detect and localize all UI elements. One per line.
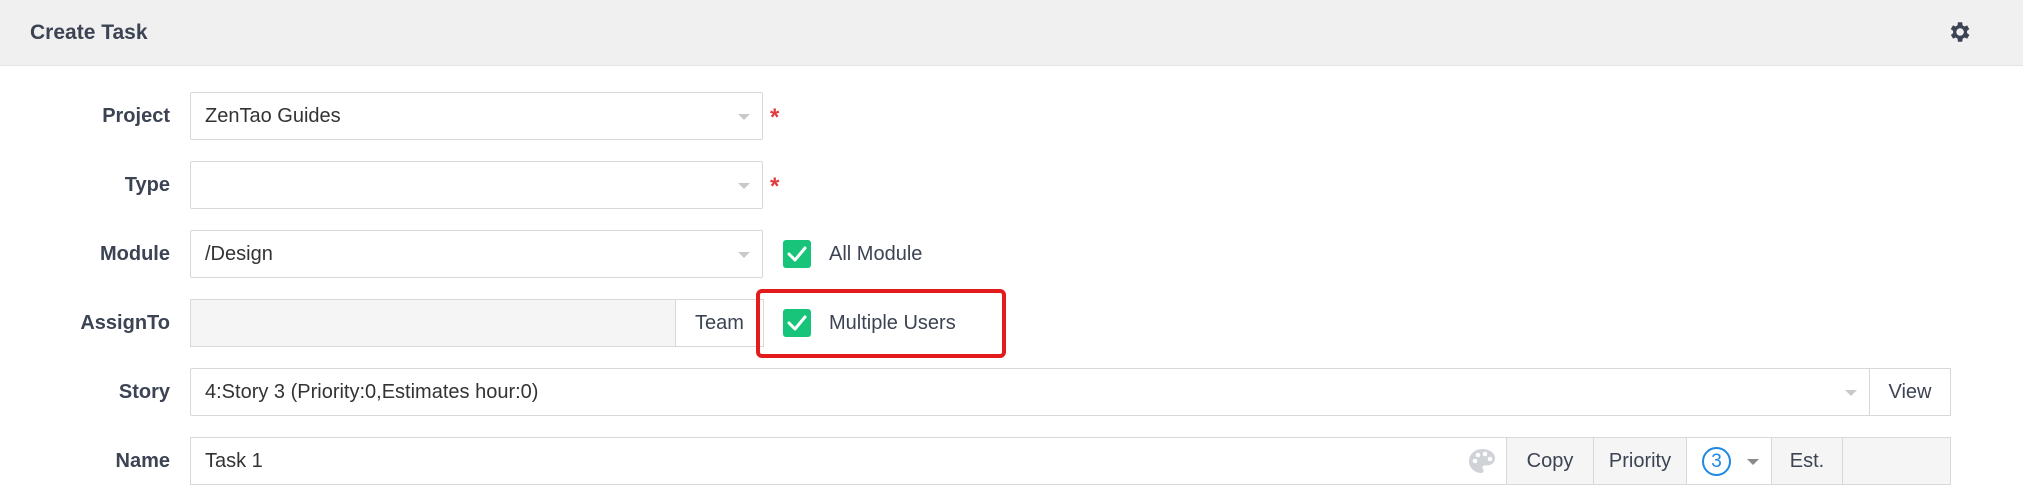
required-mark: * <box>770 104 780 131</box>
priority-select[interactable]: 3 <box>1686 437 1772 485</box>
type-label: Type <box>124 174 170 196</box>
chevron-down-icon <box>738 252 750 258</box>
required-mark: * <box>770 173 780 200</box>
story-select[interactable]: 4:Story 3 (Priority:0,Estimates hour:0) <box>190 368 1870 416</box>
story-label: Story <box>118 381 170 403</box>
project-value: ZenTao Guides <box>205 105 341 127</box>
all-module-checkbox[interactable] <box>783 240 811 268</box>
module-label: Module <box>100 243 170 265</box>
check-icon <box>787 246 807 262</box>
page-header: Create Task <box>0 0 2023 66</box>
priority-badge: 3 <box>1702 447 1731 476</box>
chevron-down-icon <box>1747 459 1759 465</box>
project-label: Project <box>102 105 170 127</box>
chevron-down-icon <box>738 114 750 120</box>
palette-icon[interactable] <box>1467 447 1497 475</box>
est-label: Est. <box>1771 437 1843 485</box>
assign-to-label: AssignTo <box>80 312 170 334</box>
priority-label: Priority <box>1593 437 1687 485</box>
type-select[interactable] <box>190 161 763 209</box>
name-label: Name <box>115 450 170 472</box>
view-button[interactable]: View <box>1869 368 1951 416</box>
team-button[interactable]: Team <box>675 299 764 347</box>
name-input[interactable]: Task 1 <box>190 437 1507 485</box>
gear-icon[interactable] <box>1946 19 1972 45</box>
name-value: Task 1 <box>205 450 263 472</box>
assign-to-input[interactable] <box>190 299 676 347</box>
chevron-down-icon <box>738 183 750 189</box>
page-title: Create Task <box>30 21 148 44</box>
module-select[interactable]: /Design <box>190 230 763 278</box>
all-module-label: All Module <box>829 243 923 265</box>
chevron-down-icon <box>1845 390 1857 396</box>
copy-button[interactable]: Copy <box>1506 437 1594 485</box>
highlight-box <box>756 289 1006 358</box>
project-select[interactable]: ZenTao Guides <box>190 92 763 140</box>
estimate-input[interactable] <box>1842 437 1951 485</box>
module-value: /Design <box>205 243 273 265</box>
story-value: 4:Story 3 (Priority:0,Estimates hour:0) <box>205 381 539 403</box>
